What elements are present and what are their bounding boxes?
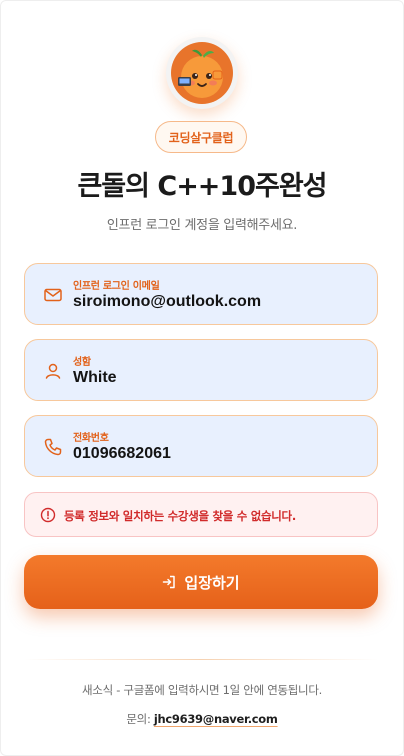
page-title: 큰돌의 C++10주완성: [77, 171, 327, 202]
name-field[interactable]: 성함: [24, 339, 378, 401]
enter-button-label: 입장하기: [184, 573, 240, 592]
apricot-mascot-logo: [166, 37, 238, 109]
apricot-mascot-icon: [171, 42, 233, 104]
enter-button[interactable]: 입장하기: [24, 555, 378, 609]
phone-field[interactable]: 전화번호: [24, 415, 378, 477]
contact-line: 문의: jhc9639@naver.com: [0, 711, 404, 727]
email-label: 인프런 로그인 이메일: [73, 281, 160, 292]
email-field[interactable]: 인프런 로그인 이메일: [24, 263, 378, 325]
phone-label: 전화번호: [73, 433, 109, 444]
footer-divider: [24, 659, 378, 660]
phone-input[interactable]: [73, 445, 363, 463]
enter-icon: [163, 575, 176, 589]
error-message-box: 등록 정보와 일치하는 수강생을 찾을 수 없습니다.: [24, 492, 378, 537]
name-label: 성함: [73, 357, 91, 368]
user-icon: [45, 363, 61, 379]
alert-circle-icon: [40, 507, 56, 523]
mail-icon: [44, 288, 62, 302]
news-notice: 새소식 - 구글폼에 입력하시면 1일 안에 연동됩니다.: [82, 683, 322, 697]
page-subtitle: 인프런 로그인 계정을 입력해주세요.: [106, 218, 298, 233]
club-badge: 코딩살구클럽: [155, 121, 247, 153]
contact-email-link[interactable]: jhc9639@naver.com: [154, 712, 278, 726]
email-input[interactable]: [73, 293, 363, 311]
name-input[interactable]: [73, 369, 363, 387]
contact-prefix: 문의:: [126, 712, 151, 726]
phone-icon: [44, 438, 62, 456]
error-message: 등록 정보와 일치하는 수강생을 찾을 수 없습니다.: [64, 509, 296, 523]
